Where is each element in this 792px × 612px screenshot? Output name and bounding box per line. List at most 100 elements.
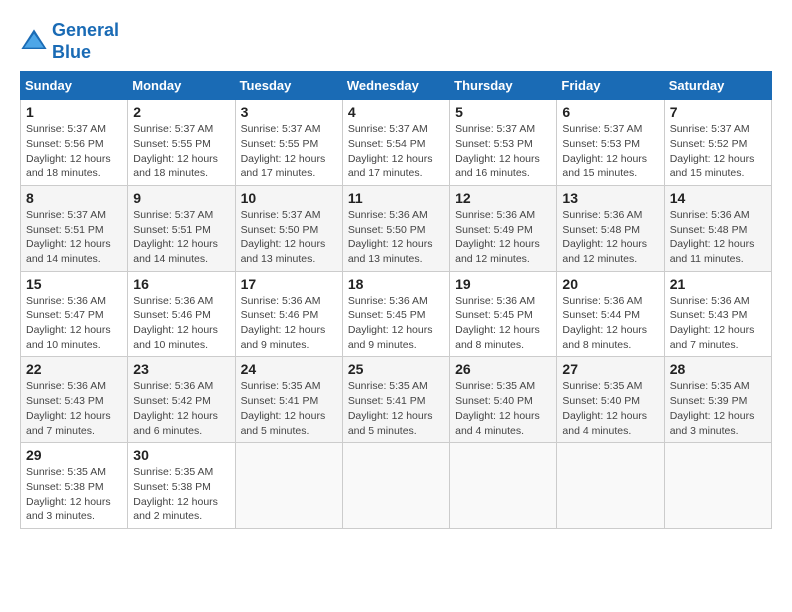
calendar-body: 1 Sunrise: 5:37 AM Sunset: 5:56 PM Daylig… [21, 100, 772, 529]
day-number: 3 [241, 104, 337, 120]
day-info: Sunrise: 5:36 AM Sunset: 5:42 PM Dayligh… [133, 379, 229, 438]
calendar-cell: 6 Sunrise: 5:37 AM Sunset: 5:53 PM Daylig… [557, 100, 664, 186]
day-number: 2 [133, 104, 229, 120]
calendar-cell: 9 Sunrise: 5:37 AM Sunset: 5:51 PM Daylig… [128, 185, 235, 271]
logo-icon [20, 28, 48, 56]
calendar-cell: 12 Sunrise: 5:36 AM Sunset: 5:49 PM Dayli… [450, 185, 557, 271]
day-number: 26 [455, 361, 551, 377]
day-number: 8 [26, 190, 122, 206]
day-number: 24 [241, 361, 337, 377]
day-info: Sunrise: 5:37 AM Sunset: 5:53 PM Dayligh… [455, 122, 551, 181]
day-info: Sunrise: 5:35 AM Sunset: 5:38 PM Dayligh… [133, 465, 229, 524]
day-info: Sunrise: 5:36 AM Sunset: 5:43 PM Dayligh… [26, 379, 122, 438]
day-info: Sunrise: 5:36 AM Sunset: 5:45 PM Dayligh… [455, 294, 551, 353]
day-info: Sunrise: 5:37 AM Sunset: 5:52 PM Dayligh… [670, 122, 766, 181]
day-number: 30 [133, 447, 229, 463]
calendar-cell: 24 Sunrise: 5:35 AM Sunset: 5:41 PM Dayli… [235, 357, 342, 443]
day-info: Sunrise: 5:36 AM Sunset: 5:44 PM Dayligh… [562, 294, 658, 353]
calendar-cell: 13 Sunrise: 5:36 AM Sunset: 5:48 PM Dayli… [557, 185, 664, 271]
day-number: 25 [348, 361, 444, 377]
day-info: Sunrise: 5:35 AM Sunset: 5:41 PM Dayligh… [241, 379, 337, 438]
calendar-cell: 25 Sunrise: 5:35 AM Sunset: 5:41 PM Dayli… [342, 357, 449, 443]
day-info: Sunrise: 5:37 AM Sunset: 5:50 PM Dayligh… [241, 208, 337, 267]
day-number: 4 [348, 104, 444, 120]
calendar-cell: 30 Sunrise: 5:35 AM Sunset: 5:38 PM Dayli… [128, 443, 235, 529]
calendar-week-row: 22 Sunrise: 5:36 AM Sunset: 5:43 PM Dayli… [21, 357, 772, 443]
calendar-cell: 21 Sunrise: 5:36 AM Sunset: 5:43 PM Dayli… [664, 271, 771, 357]
logo-text: General Blue [52, 20, 119, 63]
calendar-cell: 20 Sunrise: 5:36 AM Sunset: 5:44 PM Dayli… [557, 271, 664, 357]
calendar-day-header: Wednesday [342, 72, 449, 100]
calendar-cell [557, 443, 664, 529]
day-number: 20 [562, 276, 658, 292]
calendar-cell: 27 Sunrise: 5:35 AM Sunset: 5:40 PM Dayli… [557, 357, 664, 443]
calendar-cell: 15 Sunrise: 5:36 AM Sunset: 5:47 PM Dayli… [21, 271, 128, 357]
day-info: Sunrise: 5:37 AM Sunset: 5:55 PM Dayligh… [241, 122, 337, 181]
day-info: Sunrise: 5:36 AM Sunset: 5:49 PM Dayligh… [455, 208, 551, 267]
calendar-day-header: Thursday [450, 72, 557, 100]
day-info: Sunrise: 5:36 AM Sunset: 5:48 PM Dayligh… [562, 208, 658, 267]
day-number: 9 [133, 190, 229, 206]
day-number: 28 [670, 361, 766, 377]
calendar-cell: 22 Sunrise: 5:36 AM Sunset: 5:43 PM Dayli… [21, 357, 128, 443]
day-number: 6 [562, 104, 658, 120]
calendar-cell [450, 443, 557, 529]
day-info: Sunrise: 5:35 AM Sunset: 5:40 PM Dayligh… [562, 379, 658, 438]
calendar-day-header: Friday [557, 72, 664, 100]
calendar-cell: 10 Sunrise: 5:37 AM Sunset: 5:50 PM Dayli… [235, 185, 342, 271]
day-info: Sunrise: 5:37 AM Sunset: 5:51 PM Dayligh… [133, 208, 229, 267]
calendar-cell [235, 443, 342, 529]
day-number: 5 [455, 104, 551, 120]
calendar-cell: 28 Sunrise: 5:35 AM Sunset: 5:39 PM Dayli… [664, 357, 771, 443]
calendar-day-header: Tuesday [235, 72, 342, 100]
day-number: 12 [455, 190, 551, 206]
day-number: 22 [26, 361, 122, 377]
day-info: Sunrise: 5:37 AM Sunset: 5:51 PM Dayligh… [26, 208, 122, 267]
day-number: 19 [455, 276, 551, 292]
calendar-cell: 19 Sunrise: 5:36 AM Sunset: 5:45 PM Dayli… [450, 271, 557, 357]
day-info: Sunrise: 5:36 AM Sunset: 5:46 PM Dayligh… [241, 294, 337, 353]
day-number: 16 [133, 276, 229, 292]
calendar-cell: 23Sunrise: 5:36 AM Sunset: 5:42 PM Dayli… [128, 357, 235, 443]
calendar-week-row: 29 Sunrise: 5:35 AM Sunset: 5:38 PM Dayli… [21, 443, 772, 529]
day-info: Sunrise: 5:35 AM Sunset: 5:41 PM Dayligh… [348, 379, 444, 438]
calendar-cell: 17 Sunrise: 5:36 AM Sunset: 5:46 PM Dayli… [235, 271, 342, 357]
day-number: 21 [670, 276, 766, 292]
day-info: Sunrise: 5:35 AM Sunset: 5:40 PM Dayligh… [455, 379, 551, 438]
day-number: 11 [348, 190, 444, 206]
calendar-cell: 29 Sunrise: 5:35 AM Sunset: 5:38 PM Dayli… [21, 443, 128, 529]
day-number: 29 [26, 447, 122, 463]
calendar-cell: 5 Sunrise: 5:37 AM Sunset: 5:53 PM Daylig… [450, 100, 557, 186]
day-info: Sunrise: 5:36 AM Sunset: 5:43 PM Dayligh… [670, 294, 766, 353]
day-info: Sunrise: 5:37 AM Sunset: 5:56 PM Dayligh… [26, 122, 122, 181]
day-info: Sunrise: 5:36 AM Sunset: 5:46 PM Dayligh… [133, 294, 229, 353]
calendar-cell: 4Sunrise: 5:37 AM Sunset: 5:54 PM Daylig… [342, 100, 449, 186]
day-info: Sunrise: 5:35 AM Sunset: 5:39 PM Dayligh… [670, 379, 766, 438]
day-number: 7 [670, 104, 766, 120]
day-number: 27 [562, 361, 658, 377]
day-number: 18 [348, 276, 444, 292]
calendar-cell: 1 Sunrise: 5:37 AM Sunset: 5:56 PM Daylig… [21, 100, 128, 186]
day-number: 17 [241, 276, 337, 292]
calendar-cell: 11 Sunrise: 5:36 AM Sunset: 5:50 PM Dayli… [342, 185, 449, 271]
calendar-day-header: Saturday [664, 72, 771, 100]
day-info: Sunrise: 5:36 AM Sunset: 5:48 PM Dayligh… [670, 208, 766, 267]
calendar-cell [342, 443, 449, 529]
calendar-week-row: 8 Sunrise: 5:37 AM Sunset: 5:51 PM Daylig… [21, 185, 772, 271]
day-info: Sunrise: 5:36 AM Sunset: 5:50 PM Dayligh… [348, 208, 444, 267]
calendar-cell: 2Sunrise: 5:37 AM Sunset: 5:55 PM Daylig… [128, 100, 235, 186]
day-info: Sunrise: 5:37 AM Sunset: 5:53 PM Dayligh… [562, 122, 658, 181]
day-number: 10 [241, 190, 337, 206]
day-number: 1 [26, 104, 122, 120]
day-info: Sunrise: 5:35 AM Sunset: 5:38 PM Dayligh… [26, 465, 122, 524]
calendar-table: SundayMondayTuesdayWednesdayThursdayFrid… [20, 71, 772, 529]
calendar-day-header: Monday [128, 72, 235, 100]
calendar-cell: 3 Sunrise: 5:37 AM Sunset: 5:55 PM Daylig… [235, 100, 342, 186]
calendar-cell: 14Sunrise: 5:36 AM Sunset: 5:48 PM Dayli… [664, 185, 771, 271]
calendar-cell [664, 443, 771, 529]
day-info: Sunrise: 5:36 AM Sunset: 5:47 PM Dayligh… [26, 294, 122, 353]
day-number: 13 [562, 190, 658, 206]
calendar-header-row: SundayMondayTuesdayWednesdayThursdayFrid… [21, 72, 772, 100]
page-header: General Blue [20, 20, 772, 63]
day-number: 15 [26, 276, 122, 292]
